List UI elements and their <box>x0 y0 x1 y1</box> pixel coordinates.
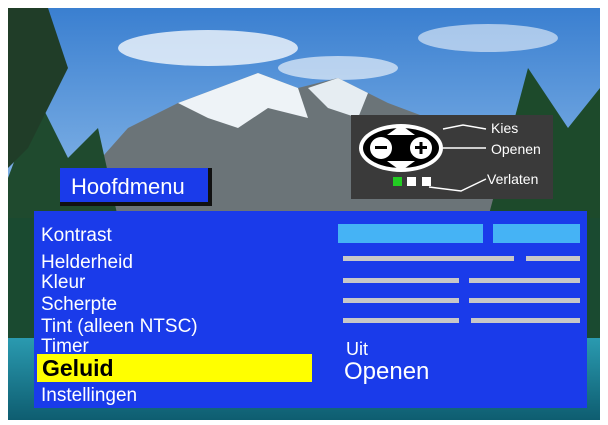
menu-item-sharpness[interactable]: Scherpte <box>41 295 117 315</box>
menu-item-color[interactable]: Kleur <box>41 273 85 293</box>
sound-value: Openen <box>344 358 430 385</box>
brightness-slider-bar[interactable] <box>343 256 514 261</box>
main-menu-panel: Kontrast Helderheid Kleur Scherpte Tint … <box>34 211 587 408</box>
remote-exit-label: Verlaten <box>487 171 539 187</box>
remote-open-label: Openen <box>491 141 541 157</box>
menu-item-sound[interactable]: Geluid <box>37 354 312 382</box>
brightness-slider-bar[interactable] <box>526 256 580 261</box>
remote-select-label: Kies <box>491 120 519 136</box>
green-indicator-icon <box>393 177 402 186</box>
contrast-slider-bar[interactable] <box>493 224 580 243</box>
color-slider-bar[interactable] <box>469 278 580 283</box>
contrast-slider-bar[interactable] <box>338 224 483 243</box>
sharpness-slider-bar[interactable] <box>343 298 459 303</box>
menu-item-settings[interactable]: Instellingen <box>41 386 137 406</box>
main-menu-title: Hoofdmenu <box>60 168 212 206</box>
sharpness-slider-bar[interactable] <box>469 298 580 303</box>
remote-control-help: Kies Openen Verlaten <box>351 115 553 199</box>
menu-item-brightness[interactable]: Helderheid <box>41 253 133 273</box>
tint-slider-bar[interactable] <box>343 318 459 323</box>
timer-value: Uit <box>346 339 368 359</box>
menu-item-tint[interactable]: Tint (alleen NTSC) <box>41 317 198 337</box>
white-indicator-icon <box>407 177 416 186</box>
white-indicator-icon <box>422 177 431 186</box>
tint-slider-bar[interactable] <box>471 318 580 323</box>
color-slider-bar[interactable] <box>343 278 459 283</box>
menu-item-contrast[interactable]: Kontrast <box>41 226 112 246</box>
